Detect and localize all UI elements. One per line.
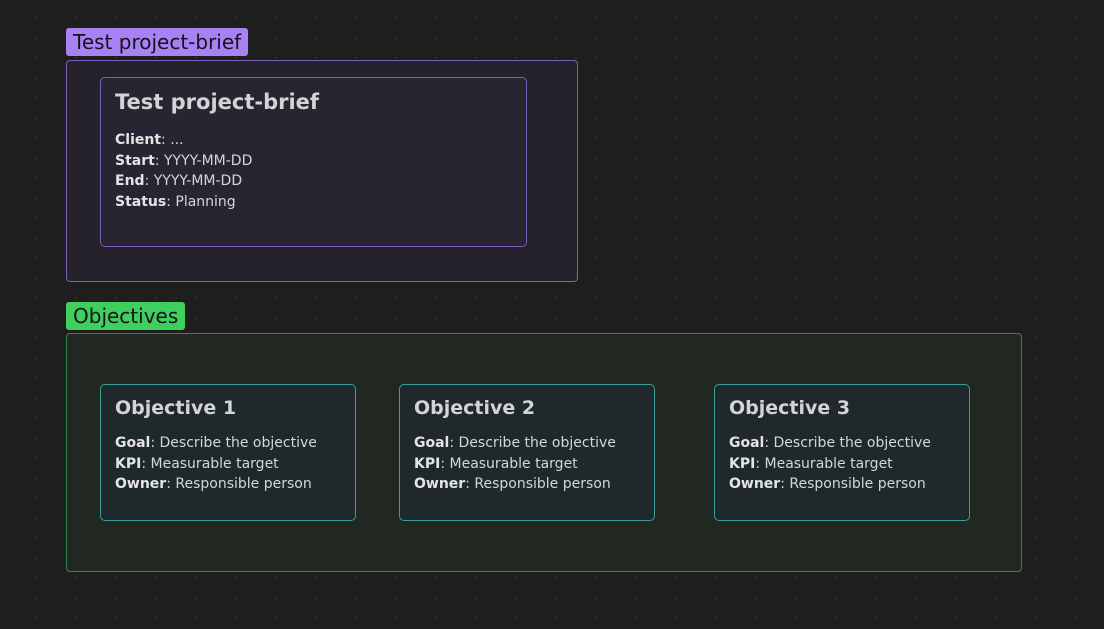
card-objective-2[interactable]: Objective 2 Goal: Describe the objective… [399, 384, 655, 521]
field-key: KPI [115, 455, 142, 472]
field-value: : Measurable target [440, 455, 578, 472]
field-value: : Responsible person [780, 476, 926, 492]
field-end: End: YYYY-MM-DD [115, 171, 512, 192]
group-label-project-brief[interactable]: Test project-brief [66, 28, 249, 56]
card-title: Test project-brief [115, 90, 320, 114]
field-owner: Owner: Responsible person [414, 474, 640, 495]
field-key: Goal [729, 435, 765, 451]
card-objective-1[interactable]: Objective 1 Goal: Describe the objective… [100, 384, 356, 521]
field-key: Status [115, 193, 167, 210]
field-value: : Describe the objective [764, 435, 931, 451]
field-key: Owner [115, 476, 167, 492]
field-key: Owner [414, 476, 466, 492]
field-value: : Describe the objective [449, 435, 616, 451]
field-key: Owner [729, 476, 781, 492]
card-objective-3[interactable]: Objective 3 Goal: Describe the objective… [714, 384, 970, 521]
field-kpi: KPI: Measurable target [115, 454, 341, 475]
field-kpi: KPI: Measurable target [414, 454, 640, 475]
field-value: : YYYY-MM-DD [144, 173, 243, 189]
field-value: : Measurable target [141, 455, 279, 472]
field-key: Start [115, 152, 155, 169]
field-status: Status: Planning [115, 192, 512, 213]
card-title: Objective 1 [115, 397, 237, 419]
field-value: : Describe the objective [150, 435, 317, 451]
field-client: Client: ... [115, 130, 512, 151]
field-goal: Goal: Describe the objective [414, 433, 640, 454]
card-title: Objective 2 [414, 397, 536, 419]
field-value: : Measurable target [755, 455, 893, 472]
field-key: KPI [729, 455, 756, 472]
field-key: Goal [414, 435, 450, 451]
field-value: : ... [161, 132, 184, 148]
field-kpi: KPI: Measurable target [729, 454, 955, 475]
field-key: Client [115, 132, 162, 148]
field-value: : Responsible person [166, 476, 312, 492]
field-key: KPI [414, 455, 441, 472]
field-key: Goal [115, 435, 151, 451]
field-value: : Responsible person [465, 476, 611, 492]
card-title: Objective 3 [729, 397, 851, 419]
field-goal: Goal: Describe the objective [729, 433, 955, 454]
card-project-brief[interactable]: Test project-brief Client: ... Start: YY… [100, 77, 527, 247]
field-owner: Owner: Responsible person [115, 474, 341, 495]
field-value: : YYYY-MM-DD [154, 152, 253, 169]
field-start: Start: YYYY-MM-DD [115, 151, 512, 172]
field-owner: Owner: Responsible person [729, 474, 955, 495]
field-goal: Goal: Describe the objective [115, 433, 341, 454]
group-label-objectives[interactable]: Objectives [66, 302, 186, 330]
field-value: : Planning [166, 193, 236, 210]
field-key: End [115, 173, 145, 189]
